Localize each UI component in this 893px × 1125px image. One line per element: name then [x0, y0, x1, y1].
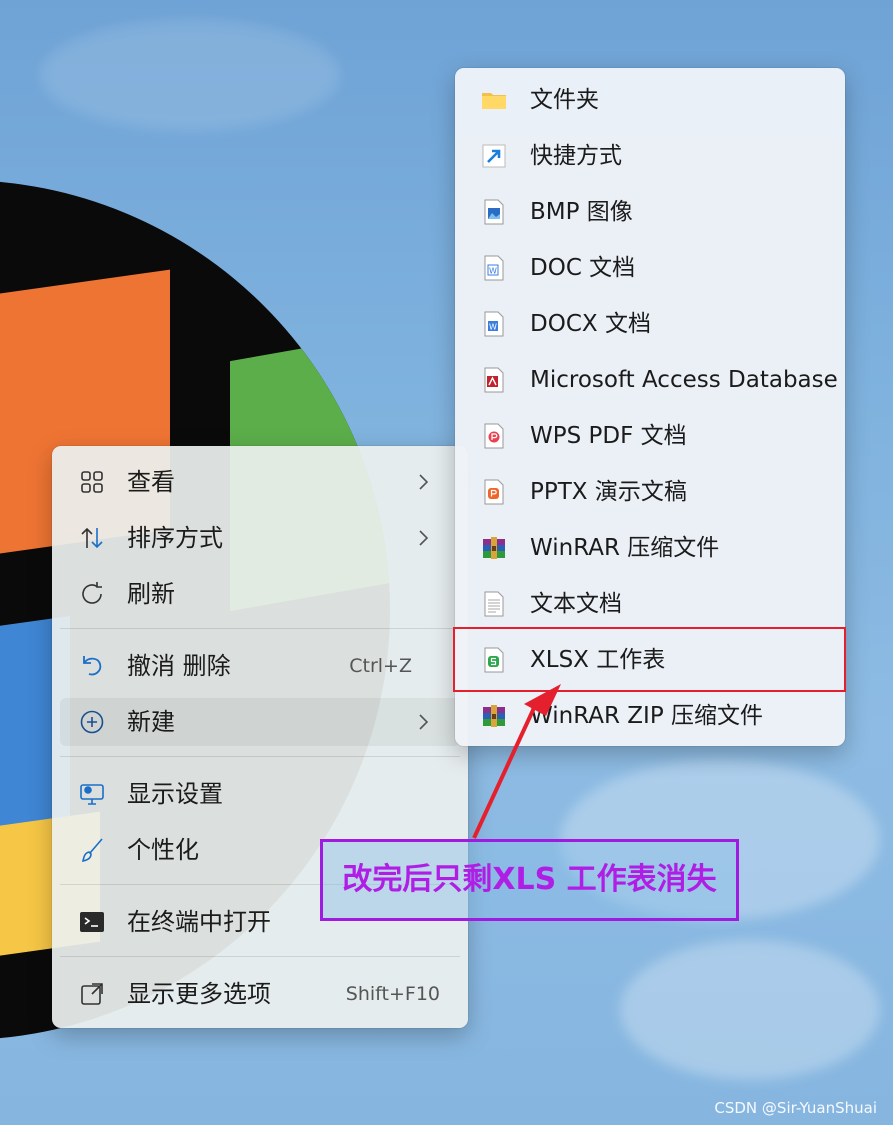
submenu-item-winrar[interactable]: WinRAR 压缩文件	[463, 522, 837, 574]
submenu-item-wps-pdf[interactable]: WPS PDF 文档	[463, 410, 837, 462]
doc-icon: W	[484, 255, 504, 281]
winrar-zip-icon	[483, 705, 505, 727]
menu-separator	[60, 756, 460, 757]
submenu-item-label: 文本文档	[530, 591, 622, 617]
grid-view-icon	[78, 468, 106, 496]
annotation-note: 改完后只剩XLS 工作表消失	[320, 839, 739, 921]
submenu-item-doc[interactable]: W DOC 文档	[463, 242, 837, 294]
submenu-item-label: PPTX 演示文稿	[530, 479, 687, 505]
display-settings-icon	[78, 780, 106, 808]
menu-item-label: 撤消 删除	[127, 652, 231, 680]
menu-item-label: 显示设置	[127, 780, 223, 808]
submenu-item-label: DOC 文档	[530, 255, 636, 281]
menu-item-undo-delete[interactable]: 撤消 删除 Ctrl+Z	[60, 642, 460, 690]
folder-icon	[482, 93, 506, 109]
submenu-item-label: WinRAR 压缩文件	[530, 535, 720, 561]
brush-icon	[78, 836, 106, 864]
new-plus-icon	[78, 708, 106, 736]
watermark: CSDN @Sir-YuanShuai	[714, 1099, 877, 1117]
submenu-item-bmp-image[interactable]: BMP 图像	[463, 186, 837, 238]
submenu-item-folder[interactable]: 文件夹	[463, 74, 837, 126]
submenu-item-label: 文件夹	[530, 87, 599, 113]
pptx-icon	[484, 479, 504, 505]
submenu-item-label: Microsoft Access Database	[530, 367, 838, 393]
more-options-icon	[78, 980, 106, 1008]
submenu-item-text-document[interactable]: 文本文档	[463, 578, 837, 630]
menu-separator	[60, 628, 460, 629]
sort-icon	[78, 524, 106, 552]
menu-item-view[interactable]: 查看	[60, 458, 460, 506]
menu-item-label: 刷新	[127, 580, 175, 608]
menu-item-sort[interactable]: 排序方式	[60, 514, 460, 562]
winrar-icon	[483, 537, 505, 559]
submenu-item-label: BMP 图像	[530, 199, 633, 225]
access-icon	[484, 367, 504, 393]
submenu-item-shortcut[interactable]: 快捷方式	[463, 130, 837, 182]
menu-item-label: 在终端中打开	[127, 908, 271, 936]
menu-item-new[interactable]: 新建	[60, 698, 460, 746]
shortcut-text: Shift+F10	[345, 983, 440, 1005]
menu-item-label: 显示更多选项	[127, 980, 271, 1008]
menu-item-label: 个性化	[127, 836, 199, 864]
svg-text:W: W	[489, 267, 497, 276]
shortcut-icon	[482, 144, 506, 168]
chevron-right-icon	[419, 714, 429, 730]
xlsx-highlight-box	[453, 627, 846, 692]
desktop-context-menu: 查看 排序方式 刷新 撤消 删除 Ctrl+Z 新建 显示设置 个性化 在终端中…	[52, 446, 468, 1028]
submenu-item-access-database[interactable]: Microsoft Access Database	[463, 354, 838, 406]
annotation-text: 改完后只剩XLS 工作表消失	[342, 862, 717, 897]
svg-text:W: W	[489, 323, 497, 332]
text-document-icon	[484, 591, 504, 617]
submenu-item-winrar-zip[interactable]: WinRAR ZIP 压缩文件	[463, 690, 837, 742]
submenu-item-label: WPS PDF 文档	[530, 423, 687, 449]
undo-icon	[78, 652, 106, 680]
chevron-right-icon	[419, 474, 429, 490]
submenu-item-docx[interactable]: W DOCX 文档	[463, 298, 837, 350]
pdf-icon	[484, 423, 504, 449]
refresh-icon	[78, 580, 106, 608]
docx-icon: W	[484, 311, 504, 337]
menu-item-refresh[interactable]: 刷新	[60, 570, 460, 618]
terminal-icon	[78, 908, 106, 936]
menu-separator	[60, 956, 460, 957]
bmp-image-icon	[484, 199, 504, 225]
menu-item-show-more-options[interactable]: 显示更多选项 Shift+F10	[60, 970, 460, 1018]
submenu-item-pptx[interactable]: PPTX 演示文稿	[463, 466, 837, 518]
menu-item-display-settings[interactable]: 显示设置	[60, 770, 460, 818]
shortcut-text: Ctrl+Z	[349, 655, 412, 677]
menu-item-label: 新建	[127, 708, 175, 736]
submenu-item-label: WinRAR ZIP 压缩文件	[530, 703, 763, 729]
chevron-right-icon	[419, 530, 429, 546]
menu-item-label: 查看	[127, 468, 175, 496]
submenu-item-label: 快捷方式	[530, 143, 622, 169]
menu-item-label: 排序方式	[127, 524, 223, 552]
submenu-item-label: DOCX 文档	[530, 311, 651, 337]
